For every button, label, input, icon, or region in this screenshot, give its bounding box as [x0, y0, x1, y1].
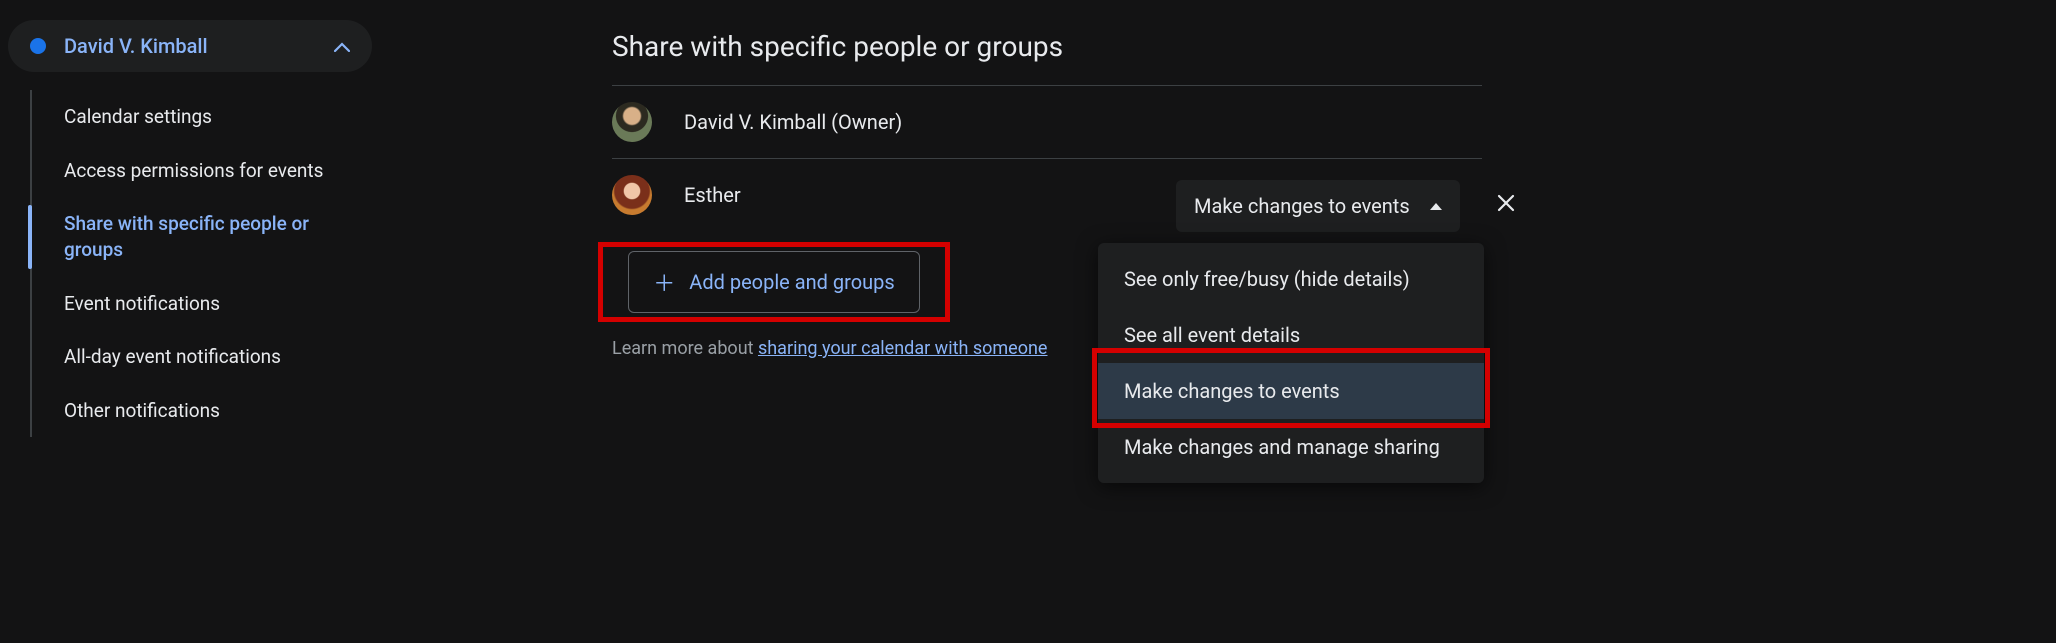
- section-title: Share with specific people or groups: [612, 30, 1482, 86]
- permission-dropdown[interactable]: Make changes to events: [1176, 180, 1460, 232]
- avatar: [612, 102, 652, 142]
- calendar-name: David V. Kimball: [64, 34, 334, 58]
- settings-sidebar: David V. Kimball Calendar settings Acces…: [0, 0, 380, 457]
- chevron-up-icon: [334, 37, 350, 56]
- learn-more-text: Learn more about sharing your calendar w…: [612, 338, 1047, 359]
- share-person-name: David V. Kimball (Owner): [684, 110, 1482, 134]
- nav-share-specific[interactable]: Share with specific people or groups: [30, 197, 380, 276]
- plus-icon: ＋: [653, 266, 675, 298]
- remove-person-button[interactable]: [1488, 185, 1524, 227]
- calendar-color-dot: [30, 38, 46, 54]
- permission-controls: Make changes to events: [1176, 180, 1524, 232]
- nav-event-notifications[interactable]: Event notifications: [30, 277, 380, 331]
- permission-option-freebusy[interactable]: See only free/busy (hide details): [1098, 251, 1484, 307]
- learn-more-prefix: Learn more about: [612, 338, 758, 359]
- permission-selected-label: Make changes to events: [1194, 194, 1410, 218]
- share-row-owner: David V. Kimball (Owner): [612, 86, 1482, 159]
- triangle-up-icon: [1430, 203, 1442, 210]
- nav-access-permissions[interactable]: Access permissions for events: [30, 144, 380, 198]
- calendar-header[interactable]: David V. Kimball: [8, 20, 372, 72]
- add-people-button[interactable]: ＋ Add people and groups: [628, 251, 919, 313]
- nav-calendar-settings[interactable]: Calendar settings: [30, 90, 380, 144]
- learn-more-link[interactable]: sharing your calendar with someone: [758, 338, 1048, 359]
- settings-nav: Calendar settings Access permissions for…: [0, 90, 380, 437]
- avatar: [612, 175, 652, 215]
- nav-other-notifications[interactable]: Other notifications: [30, 384, 380, 438]
- highlight-add-people: ＋ Add people and groups: [598, 242, 950, 322]
- add-people-label: Add people and groups: [689, 270, 894, 294]
- nav-allday-notifications[interactable]: All-day event notifications: [30, 330, 380, 384]
- highlight-make-changes: [1092, 348, 1490, 428]
